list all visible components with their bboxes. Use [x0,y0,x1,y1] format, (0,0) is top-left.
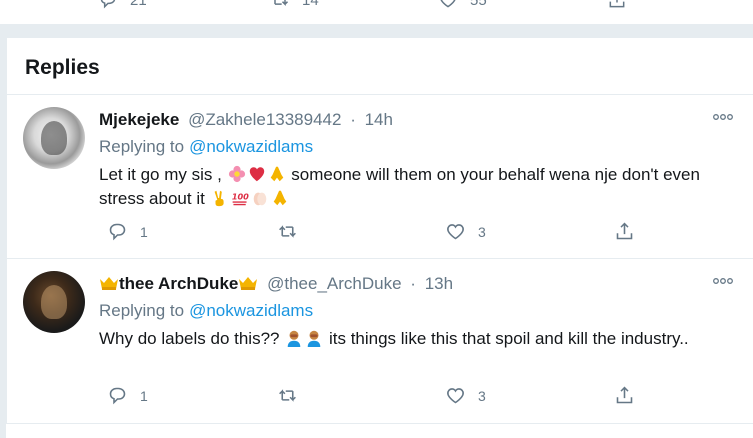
previous-tweet-actions: 21 14 55 [0,0,753,25]
tweet-actions: 1 3 [99,221,659,245]
heart-icon [440,0,456,8]
tweet-text-part2: its things like this that spoil and kill… [328,329,689,348]
separator: · [410,274,416,293]
facepalm-emoji-icon [287,330,301,347]
replying-label: Replying to [99,137,185,156]
reply-button[interactable]: 1 [107,385,148,406]
retweet-icon [279,225,296,238]
share-action[interactable] [607,0,627,10]
tweet-header: thee ArchDuke @thee_ArchDuke · 13h [99,274,453,294]
separator: · [350,110,356,129]
reply-count: 1 [140,387,148,404]
user-handle[interactable]: @thee_ArchDuke [267,274,401,293]
like-count: 55 [470,0,487,9]
share-icon [609,0,625,8]
reply-icon [100,0,116,9]
timestamp[interactable]: 13h [425,274,453,293]
heart-icon [447,224,464,240]
avatar[interactable] [23,107,85,169]
crown-emoji-icon [239,277,258,290]
like-count: 3 [478,223,486,240]
share-icon [616,386,633,404]
share-icon [616,222,633,240]
retweet-action[interactable]: 14 [270,0,319,10]
like-button[interactable]: 3 [445,385,486,406]
facepalm-emoji-icon [307,330,321,347]
folded-hands-emoji-icon [270,166,283,182]
reply-icon [109,223,126,241]
replies-title: Replies [25,56,100,79]
clapping-hands-emoji-icon [253,192,266,206]
crown-emoji-icon [100,277,118,290]
like-button[interactable]: 3 [445,221,486,242]
display-name[interactable]: Mjekejeke [99,110,179,129]
retweet-button[interactable] [277,385,310,406]
replies-header: Replies [6,38,753,95]
next-tweet-partial [6,424,753,438]
victory-hand-emoji-icon [214,190,224,207]
tweet-header: Mjekejeke @Zakhele13389442 · 14h [99,110,393,130]
reply-tweet[interactable]: thee ArchDuke @thee_ArchDuke · 13h Reply… [6,259,753,424]
tweet-text-part1: Let it go my sis , [99,165,222,184]
retweet-icon [279,389,296,402]
retweet-icon [274,0,289,6]
replying-label: Replying to [99,301,185,320]
display-name[interactable]: thee ArchDuke [119,274,238,293]
avatar[interactable] [23,271,85,333]
folded-hands-emoji-icon [273,190,286,206]
more-options-icon[interactable] [712,276,734,286]
svg-text:100: 100 [231,192,248,202]
replying-handle-link[interactable]: @nokwazidlams [189,137,313,156]
tweet-text-part1: Why do labels do this?? [99,329,280,348]
reply-action[interactable]: 21 [98,0,147,10]
timestamp[interactable]: 14h [365,110,393,129]
retweet-count: 14 [302,0,319,9]
share-button[interactable] [614,385,635,406]
like-action[interactable]: 55 [438,0,487,10]
replying-handle-link[interactable]: @nokwazidlams [189,301,313,320]
hundred-points-emoji-icon: 100 [231,192,249,206]
tweet-text: Why do labels do this?? its things like … [99,327,739,351]
reply-tweet[interactable]: Mjekejeke @Zakhele13389442 · 14h Replyin… [6,95,753,259]
tweet-text: Let it go my sis , someone will them on … [99,163,739,211]
more-options-icon[interactable] [712,112,734,122]
user-handle[interactable]: @Zakhele13389442 [188,110,341,129]
reply-count: 1 [140,223,148,240]
reply-icon [109,387,126,405]
replying-to: Replying to @nokwazidlams [99,301,313,321]
red-heart-emoji-icon [249,167,264,182]
heart-icon [447,388,464,404]
share-button[interactable] [614,221,635,242]
reply-count: 21 [130,0,147,9]
tweet-actions: 1 3 [99,385,659,409]
replying-to: Replying to @nokwazidlams [99,137,313,157]
retweet-button[interactable] [277,221,310,242]
flower-emoji-icon [228,165,245,183]
like-count: 3 [478,387,486,404]
reply-button[interactable]: 1 [107,221,148,242]
